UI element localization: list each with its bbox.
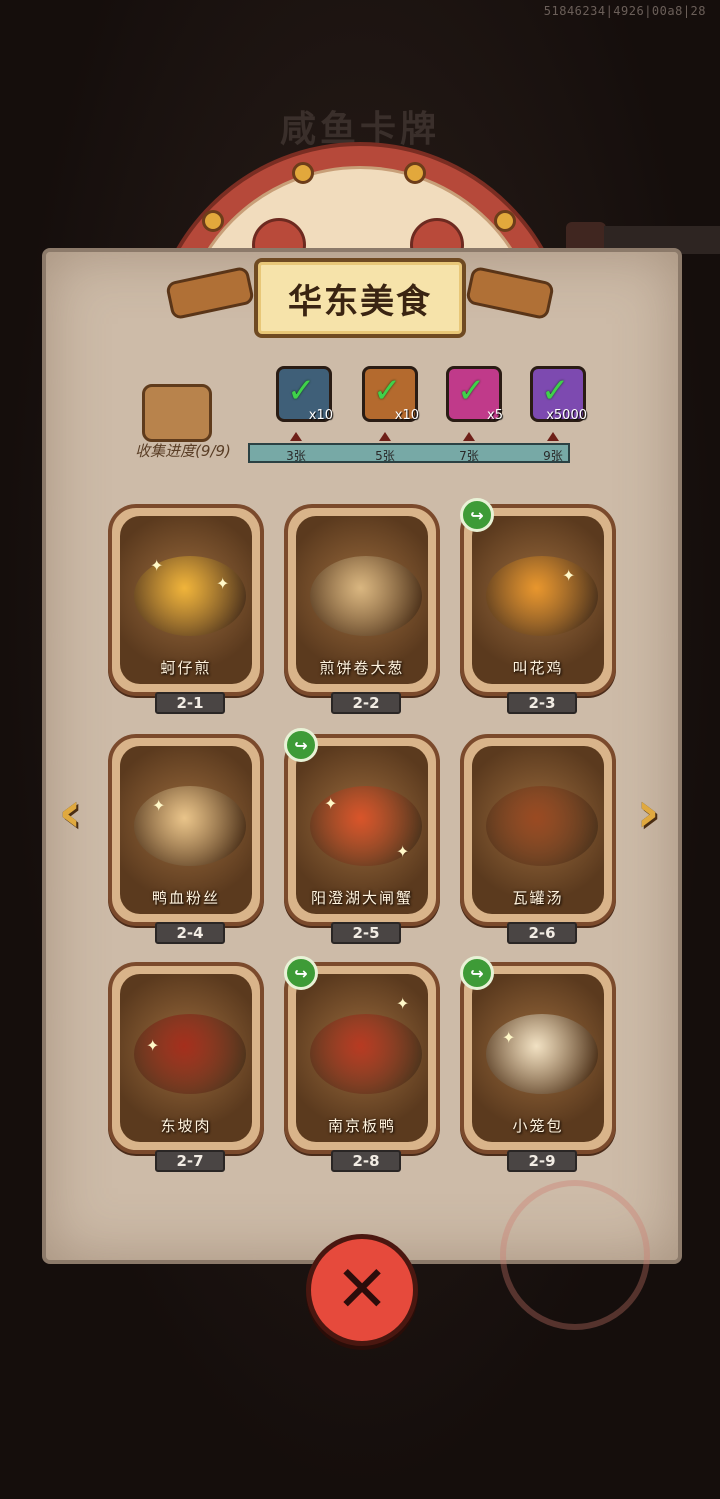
food-card-2-3[interactable]: ✦ 叫花鸡 2-3: [460, 504, 616, 714]
rivet-icon: [404, 162, 426, 184]
card-number: 2-4: [155, 922, 225, 944]
sparkle-icon: ✦: [502, 1028, 516, 1047]
card-number: 2-5: [331, 922, 401, 944]
food-card-2-6[interactable]: 瓦罐汤 2-6: [460, 734, 616, 944]
milestone-marker: [290, 432, 302, 441]
reward-gem[interactable]: ✓ x5000: [530, 366, 587, 423]
milestone-label: 7张: [459, 449, 479, 463]
card-name: 煎饼卷大葱: [319, 659, 405, 677]
card-name: 叫花鸡: [512, 659, 564, 677]
sparkle-icon: ✦: [152, 796, 166, 815]
close-icon: ✕: [335, 1253, 389, 1327]
card-name: 东坡肉: [160, 1117, 212, 1135]
card-name: 鸭血粉丝: [151, 889, 220, 907]
check-icon: ✓: [457, 371, 486, 411]
close-button[interactable]: ✕: [306, 1234, 418, 1346]
milestone-marker: [463, 432, 475, 441]
food-card-2-4[interactable]: ✦ 鸭血粉丝 2-4: [108, 734, 264, 944]
collection-progress-label: 收集进度(9/9): [135, 442, 231, 460]
card-number: 2-8: [331, 1150, 401, 1172]
next-page-arrow-icon[interactable]: ›: [624, 780, 672, 845]
card-number: 2-1: [155, 692, 225, 714]
seal-stamp: [500, 1180, 650, 1330]
reward-key[interactable]: ✓ x10: [362, 366, 419, 423]
milestone-label: 3张: [286, 449, 306, 463]
collection-book-icon: [142, 384, 212, 442]
share-icon[interactable]: ↪: [460, 498, 494, 532]
sparkle-icon: ✦: [150, 556, 164, 575]
dish-image: [310, 556, 422, 636]
sparkle-icon: ✦: [396, 842, 410, 861]
card-number: 2-3: [507, 692, 577, 714]
card-number: 2-6: [507, 922, 577, 944]
check-icon: ✓: [541, 371, 570, 411]
rivet-icon: [292, 162, 314, 184]
check-icon: ✓: [373, 371, 402, 411]
reward-magic-orb[interactable]: ✓ x5: [446, 366, 503, 423]
card-number: 2-7: [155, 1150, 225, 1172]
sparkle-icon: ✦: [216, 574, 230, 593]
reward-count: x5000: [546, 408, 587, 423]
milestone-marker: [379, 432, 391, 441]
page-title: 华东美食: [288, 281, 432, 322]
dish-image: [486, 786, 598, 866]
rivet-icon: [202, 210, 224, 232]
card-name: 阳澄湖大闸蟹: [310, 889, 413, 907]
milestone-label: 9张: [543, 449, 563, 463]
dish-image: [486, 1014, 598, 1094]
share-icon[interactable]: ↪: [284, 728, 318, 762]
food-card-2-1[interactable]: ✦ ✦ 蚵仔煎 2-1: [108, 504, 264, 714]
food-card-2-9[interactable]: ✦ 小笼包 2-9: [460, 962, 616, 1172]
sparkle-icon: ✦: [562, 566, 576, 585]
card-name: 蚵仔煎: [160, 659, 212, 677]
share-icon[interactable]: ↪: [460, 956, 494, 990]
share-icon[interactable]: ↪: [284, 956, 318, 990]
dish-image: [486, 556, 598, 636]
rivet-icon: [494, 210, 516, 232]
reward-count: x10: [394, 408, 419, 423]
food-card-2-2[interactable]: 煎饼卷大葱 2-2: [284, 504, 440, 714]
milestone-label: 5张: [375, 449, 395, 463]
food-card-2-7[interactable]: ✦ 东坡肉 2-7: [108, 962, 264, 1172]
reward-count: x5: [487, 408, 503, 423]
banner: 华东美食: [254, 258, 466, 338]
food-card-2-5[interactable]: ✦ ✦ 阳澄湖大闸蟹 2-5: [284, 734, 440, 944]
card-name: 小笼包: [512, 1117, 564, 1135]
prev-page-arrow-icon[interactable]: ‹: [46, 780, 94, 845]
sparkle-icon: ✦: [324, 794, 338, 813]
card-name: 瓦罐汤: [512, 889, 564, 907]
dish-image: [310, 1014, 422, 1094]
card-name: 南京板鸭: [327, 1117, 396, 1135]
debug-id-text: 51846234|4926|00a8|28: [543, 4, 706, 18]
reward-count: x10: [308, 408, 333, 423]
card-number: 2-9: [507, 1150, 577, 1172]
food-card-2-8[interactable]: ✦ 南京板鸭 2-8: [284, 962, 440, 1172]
card-number: 2-2: [331, 692, 401, 714]
milestone-marker: [547, 432, 559, 441]
check-icon: ✓: [287, 371, 316, 411]
sparkle-icon: ✦: [146, 1036, 160, 1055]
sparkle-icon: ✦: [396, 994, 410, 1013]
reward-treasure-chest[interactable]: ✓ x10: [276, 366, 333, 423]
dish-image: [134, 786, 246, 866]
